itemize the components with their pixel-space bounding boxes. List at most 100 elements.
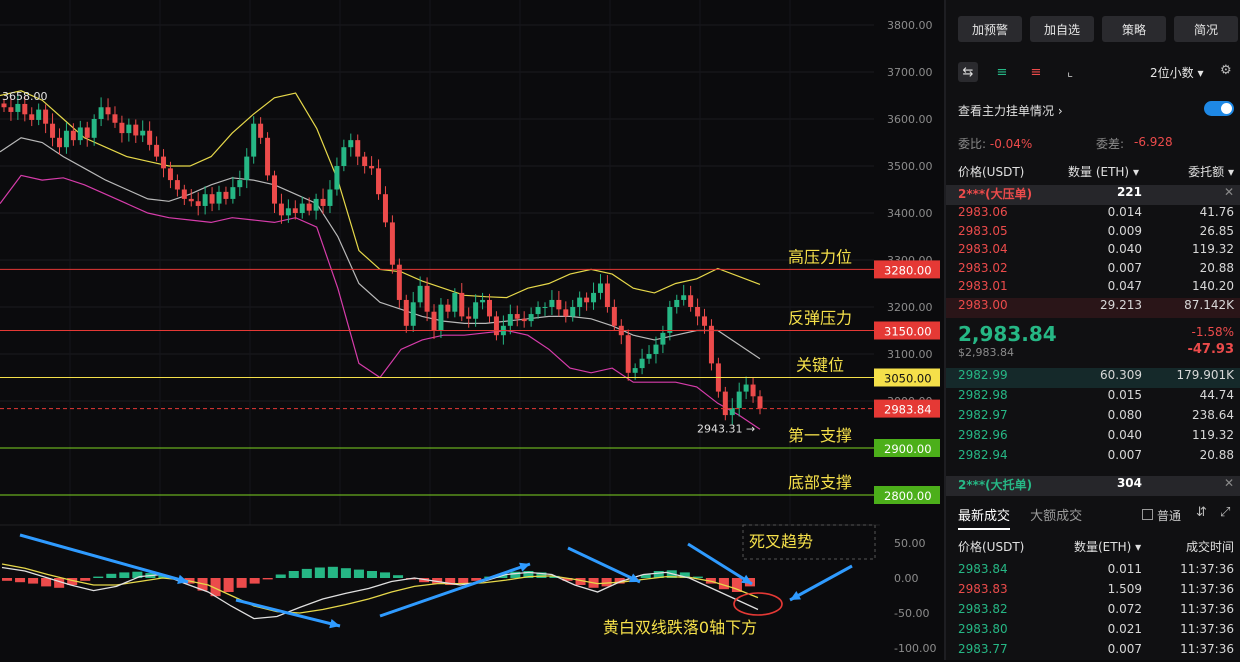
ask-price: 2983.04	[958, 242, 1008, 256]
watchlist-button[interactable]: 加自选	[1030, 16, 1094, 42]
macd-bar	[41, 578, 52, 587]
macd-note-label: 黄白双线跌落0轴下方	[603, 618, 757, 637]
book-header: 价格(USDT) 数量 (ETH) ▾ 委托额 ▾	[946, 163, 1240, 185]
candle-body	[223, 191, 229, 199]
macd-bar	[314, 567, 325, 578]
y-tick-label: 3100.00	[887, 348, 933, 361]
level-badge-label: 2800.00	[884, 489, 932, 503]
main-orders-row[interactable]: 查看主力挂单情况 ›	[958, 102, 1234, 119]
checkbox-icon[interactable]	[1142, 509, 1153, 520]
last-price-badge-label: 2983.84	[884, 403, 932, 417]
settings-icon[interactable]: ⇵	[1196, 505, 1207, 520]
macd-bar	[288, 571, 299, 578]
macd-bar	[249, 578, 260, 584]
trade-price: 2983.82	[958, 602, 1008, 616]
expand-icon[interactable]: ⤢	[1220, 505, 1230, 520]
candle-body	[722, 391, 728, 416]
candle-body	[563, 309, 569, 317]
ask-row[interactable]: 2983.06 0.014 41.76	[946, 205, 1240, 225]
trade-time: 11:37:36	[1180, 602, 1234, 616]
candle-body	[265, 137, 271, 176]
candle-body	[126, 124, 132, 134]
macd-bar	[223, 578, 234, 592]
change-percent: -1.58%	[1191, 325, 1234, 339]
chart-area[interactable]: 3800.003700.003600.003500.003400.003300.…	[0, 0, 944, 660]
candle-body	[258, 123, 264, 138]
bid-row[interactable]: 2982.94 0.007 20.88	[946, 448, 1240, 468]
bid-row[interactable]: 2982.99 60.309 179.901K	[946, 368, 1240, 388]
big-buy-name: 2***(大托单)	[958, 478, 1033, 492]
ask-row[interactable]: 2983.01 0.047 140.20	[946, 279, 1240, 299]
depth-icon[interactable]: ⌞	[1060, 62, 1080, 82]
trade-qty-header[interactable]: 数量(ETH) ▾	[1074, 538, 1141, 555]
candle-body	[320, 198, 326, 206]
overview-button[interactable]: 简况	[1174, 16, 1238, 42]
trade-row[interactable]: 2983.77 0.007 11:37:36	[946, 642, 1240, 662]
trade-qty: 0.011	[1107, 562, 1142, 576]
candle-body	[389, 222, 395, 265]
macd-tick-label: 50.00	[894, 537, 926, 550]
candle-body	[743, 384, 749, 392]
alert-button[interactable]: 加预警	[958, 16, 1022, 42]
candle-body	[216, 191, 222, 204]
bids-only-icon[interactable]: ≡	[992, 62, 1012, 82]
close-icon[interactable]: ✕	[1224, 476, 1234, 490]
total-header[interactable]: 委托额 ▾	[1188, 163, 1234, 180]
candle-body	[480, 299, 486, 303]
main-orders-toggle[interactable]	[1204, 101, 1234, 116]
candle-body	[382, 194, 388, 223]
price-chart[interactable]: 3800.003700.003600.003500.003400.003300.…	[0, 0, 944, 660]
ask-row[interactable]: 2983.00 29.213 87.142K	[946, 297, 1240, 318]
macd-bar	[28, 578, 39, 584]
bid-qty: 0.007	[1107, 448, 1142, 462]
candle-body	[653, 344, 659, 354]
tab-large-trades[interactable]: 大额成交	[1030, 505, 1082, 524]
book-view-icons: ⇆ ≡ ≡ ⌞	[958, 62, 1080, 82]
low-price-label: 2943.31 →	[697, 422, 755, 435]
big-buy-band: 2***(大托单) 304 ✕	[946, 476, 1240, 496]
candle-body	[98, 107, 104, 119]
macd-bar	[275, 574, 286, 578]
qty-header[interactable]: 数量 (ETH) ▾	[1068, 163, 1139, 180]
ask-qty: 0.007	[1107, 260, 1142, 275]
candle-body	[1, 103, 7, 108]
gear-icon[interactable]: ⚙	[1220, 63, 1232, 78]
candle-body	[202, 194, 208, 206]
trade-row[interactable]: 2983.83 1.509 11:37:36	[946, 582, 1240, 602]
trend-arrow	[235, 598, 341, 628]
tab-latest-trades[interactable]: 最新成交	[958, 505, 1011, 530]
main-orders-label: 查看主力挂单情况	[958, 104, 1055, 118]
asks-only-icon[interactable]: ≡	[1026, 62, 1046, 82]
close-icon[interactable]: ✕	[1224, 185, 1234, 199]
bid-row[interactable]: 2982.98 0.015 44.74	[946, 388, 1240, 408]
bid-row[interactable]: 2982.97 0.080 238.64	[946, 408, 1240, 428]
macd-bar	[15, 578, 26, 583]
candle-body	[570, 307, 576, 317]
normal-filter[interactable]: 普通	[1142, 507, 1181, 524]
candle-body	[736, 391, 742, 409]
candle-body	[667, 307, 673, 333]
big-sell-qty: 221	[1116, 185, 1142, 199]
trade-row[interactable]: 2983.84 0.011 11:37:36	[946, 562, 1240, 582]
bid-row[interactable]: 2982.96 0.040 119.32	[946, 428, 1240, 448]
bid-total: 44.74	[1199, 388, 1234, 402]
candle-body	[487, 299, 493, 317]
order-book-panel: 加预警 加自选 策略 简况 ⇆ ≡ ≡ ⌞ 2位小数 ▾ ⚙ 查看主力挂单情况 …	[946, 0, 1240, 660]
macd-signal-line	[1, 563, 759, 614]
ask-row[interactable]: 2983.02 0.007 20.88	[946, 261, 1240, 281]
candle-body	[466, 316, 472, 319]
weibi-row: 委比: -0.04% 委差: -6.928	[958, 135, 1234, 152]
trade-row[interactable]: 2983.82 0.072 11:37:36	[946, 602, 1240, 622]
ask-row[interactable]: 2983.05 0.009 26.85	[946, 224, 1240, 244]
trend-arrow	[789, 564, 853, 602]
ask-price: 2983.06	[958, 205, 1008, 219]
trade-price: 2983.77	[958, 642, 1008, 656]
candle-body	[167, 168, 173, 181]
bid-total: 238.64	[1192, 408, 1234, 422]
ask-price: 2983.01	[958, 279, 1008, 293]
decimal-select[interactable]: 2位小数 ▾	[1150, 64, 1204, 81]
ask-row[interactable]: 2983.04 0.040 119.32	[946, 242, 1240, 262]
strategy-button[interactable]: 策略	[1102, 16, 1166, 42]
both-sides-icon[interactable]: ⇆	[958, 62, 978, 82]
trade-row[interactable]: 2983.80 0.021 11:37:36	[946, 622, 1240, 642]
